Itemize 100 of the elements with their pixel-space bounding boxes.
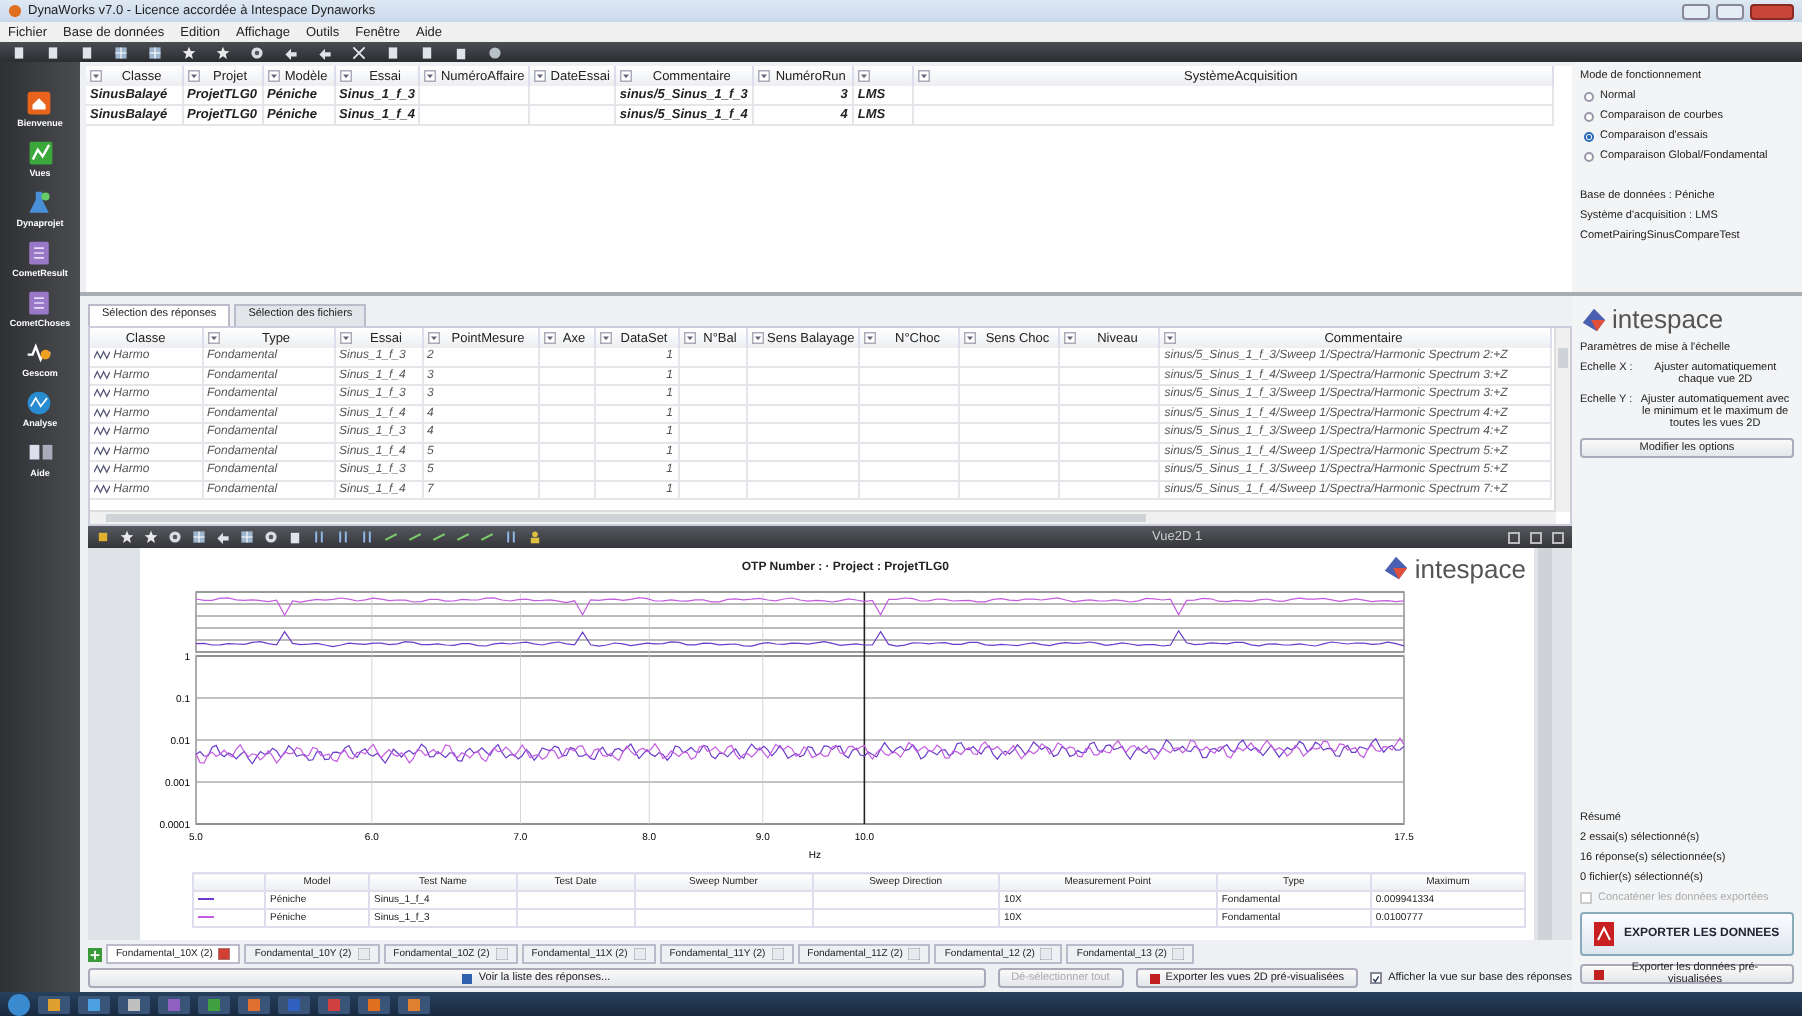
person-icon[interactable] bbox=[528, 530, 542, 544]
gear-icon[interactable] bbox=[264, 530, 278, 544]
star-icon[interactable] bbox=[182, 45, 196, 59]
table-cell bbox=[959, 480, 1060, 499]
table-cell bbox=[859, 348, 960, 366]
filter-icon[interactable] bbox=[1064, 332, 1077, 344]
taskbar-app-icon[interactable] bbox=[238, 995, 270, 1013]
table-cell bbox=[419, 86, 530, 105]
line-icon[interactable] bbox=[408, 530, 422, 544]
filter-icon[interactable] bbox=[864, 332, 877, 344]
cut-icon[interactable] bbox=[352, 45, 366, 59]
bars-icon[interactable] bbox=[336, 530, 350, 544]
bars-icon[interactable] bbox=[360, 530, 374, 544]
line-icon[interactable] bbox=[432, 530, 446, 544]
bars-icon[interactable] bbox=[504, 530, 518, 544]
taskbar-app-icon[interactable] bbox=[78, 995, 110, 1013]
filter-icon[interactable] bbox=[187, 70, 199, 82]
radio-button[interactable] bbox=[1584, 151, 1594, 161]
pdf-icon bbox=[1594, 922, 1614, 946]
close-button[interactable] bbox=[1750, 3, 1794, 19]
radio-button[interactable] bbox=[1584, 111, 1594, 121]
filter-icon[interactable] bbox=[267, 70, 280, 82]
line-icon[interactable] bbox=[480, 530, 494, 544]
table-cell bbox=[746, 461, 860, 480]
table-cell bbox=[538, 404, 594, 423]
filter-icon[interactable] bbox=[751, 332, 763, 344]
bars-icon[interactable] bbox=[312, 530, 326, 544]
radio-button[interactable] bbox=[1584, 91, 1594, 101]
table-cell bbox=[959, 366, 1060, 385]
star-icon[interactable] bbox=[144, 530, 158, 544]
table-cell bbox=[678, 461, 746, 480]
filter-icon[interactable] bbox=[339, 70, 352, 82]
filter-icon[interactable] bbox=[427, 332, 439, 344]
taskbar-app-icon[interactable] bbox=[358, 995, 390, 1013]
grid-icon[interactable] bbox=[240, 530, 254, 544]
filter-icon[interactable] bbox=[1164, 332, 1177, 344]
filter-icon[interactable] bbox=[599, 332, 611, 344]
table-cell bbox=[859, 385, 960, 404]
flask-icon bbox=[26, 190, 53, 216]
taskbar-app-icon[interactable] bbox=[398, 995, 430, 1013]
filter-icon[interactable] bbox=[917, 70, 930, 82]
table-cell bbox=[1059, 404, 1160, 423]
table-cell bbox=[746, 404, 860, 423]
scrollbar[interactable] bbox=[1554, 328, 1570, 512]
filter-icon[interactable] bbox=[964, 332, 977, 344]
taskbar-app-icon[interactable] bbox=[198, 995, 230, 1013]
line-icon[interactable] bbox=[456, 530, 470, 544]
arrow-icon[interactable] bbox=[216, 530, 230, 544]
table-cell bbox=[538, 366, 594, 385]
line-icon[interactable] bbox=[384, 530, 398, 544]
filter-icon[interactable] bbox=[90, 70, 102, 82]
filter-icon[interactable] bbox=[543, 332, 555, 344]
start-icon[interactable] bbox=[8, 993, 30, 1015]
arrow-icon[interactable] bbox=[318, 45, 332, 59]
filter-icon[interactable] bbox=[857, 70, 870, 82]
table-cell bbox=[746, 348, 860, 366]
document-icon bbox=[26, 240, 53, 266]
table-cell bbox=[959, 423, 1060, 442]
filter-icon[interactable] bbox=[534, 70, 547, 82]
gear-icon[interactable] bbox=[250, 45, 264, 59]
document-icon[interactable] bbox=[420, 45, 434, 59]
filter-icon[interactable] bbox=[207, 332, 219, 344]
table-cell bbox=[1059, 366, 1160, 385]
table-cell bbox=[746, 480, 860, 499]
filter-icon[interactable] bbox=[683, 332, 695, 344]
filter-icon[interactable] bbox=[339, 332, 351, 344]
taskbar-app-icon[interactable] bbox=[118, 995, 150, 1013]
grid-icon[interactable] bbox=[148, 45, 162, 59]
grid-icon[interactable] bbox=[192, 530, 206, 544]
star-icon[interactable] bbox=[216, 45, 230, 59]
filter-icon[interactable] bbox=[424, 70, 437, 82]
radio-button[interactable] bbox=[1584, 131, 1594, 141]
gear-icon[interactable] bbox=[168, 530, 182, 544]
grid-icon[interactable] bbox=[114, 45, 128, 59]
taskbar-app-icon[interactable] bbox=[38, 995, 70, 1013]
scrollbar[interactable] bbox=[1538, 548, 1552, 940]
table-cell bbox=[516, 909, 635, 927]
table-cell bbox=[959, 461, 1060, 480]
scrollbar[interactable] bbox=[90, 510, 1556, 524]
document-icon[interactable] bbox=[12, 45, 26, 59]
add-icon[interactable] bbox=[88, 947, 102, 961]
document-icon[interactable] bbox=[386, 45, 400, 59]
filter-icon[interactable] bbox=[619, 70, 632, 82]
table-cell bbox=[538, 348, 594, 366]
document-icon[interactable] bbox=[46, 45, 60, 59]
pulse-icon bbox=[26, 340, 53, 366]
globe-icon[interactable] bbox=[488, 45, 502, 59]
logo-icon bbox=[1382, 554, 1411, 582]
maximize-button[interactable] bbox=[1716, 3, 1744, 19]
table-cell bbox=[959, 442, 1060, 461]
square-icon[interactable] bbox=[96, 530, 110, 544]
table-cell bbox=[538, 461, 594, 480]
minimize-button[interactable] bbox=[1682, 3, 1710, 19]
table-cell bbox=[1059, 480, 1160, 499]
checkbox[interactable] bbox=[1370, 972, 1383, 984]
filter-icon[interactable] bbox=[757, 70, 770, 82]
table-cell bbox=[746, 385, 860, 404]
arrow-icon[interactable] bbox=[284, 45, 298, 59]
table-cell bbox=[859, 442, 960, 461]
star-icon[interactable] bbox=[120, 530, 134, 544]
